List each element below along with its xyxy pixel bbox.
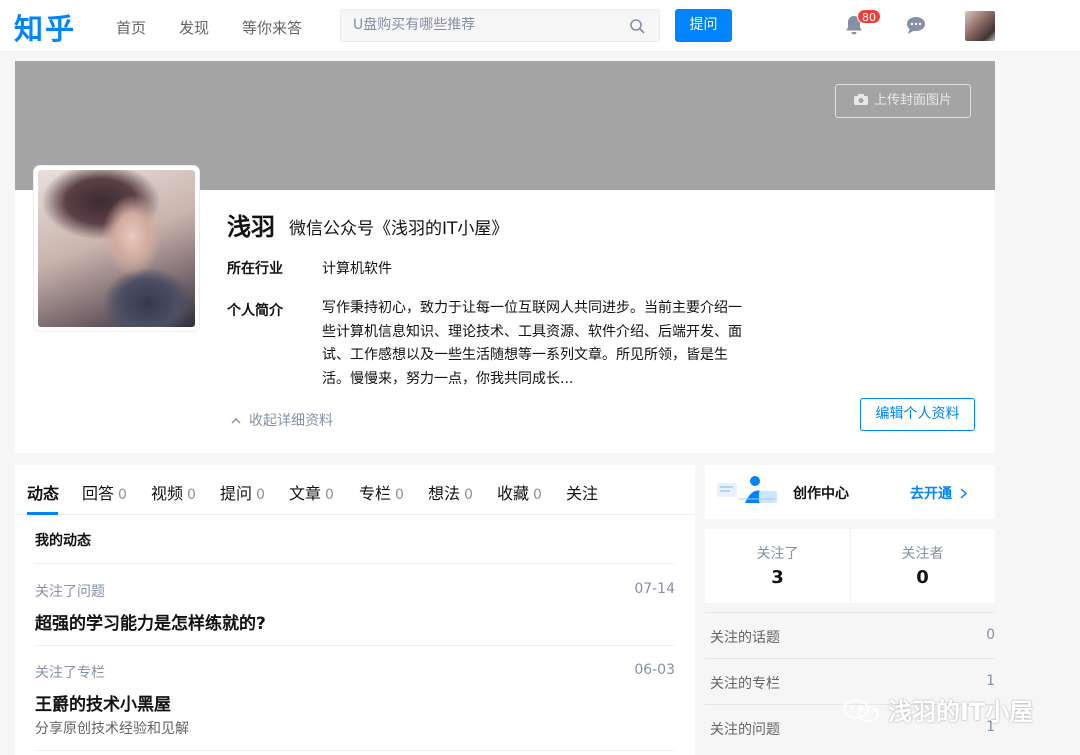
industry-value: 计算机软件	[322, 261, 392, 277]
activity-feed: 动态 回答 0 视频 0 提问 0 文章 0 专栏 0 想法 0 收藏 0 关注 我的动态 关…	[15, 465, 695, 755]
nav-waiting-answers[interactable]: 等你来答	[242, 17, 302, 38]
search-icon[interactable]	[629, 18, 645, 34]
tab-thoughts[interactable]: 想法 0	[428, 480, 473, 504]
top-navbar: 知乎 首页 发现 等你来答 提问 80	[0, 0, 1080, 52]
section-title: 我的动态	[35, 533, 91, 549]
profile-avatar[interactable]	[34, 166, 199, 331]
search-input[interactable]	[353, 17, 623, 33]
followed-topics-row[interactable]: 关注的话题 0	[705, 612, 995, 658]
edit-profile-button[interactable]: 编辑个人资料	[860, 398, 975, 431]
activity-date: 06-03	[634, 662, 675, 678]
followers-stat[interactable]: 关注者 0	[850, 529, 995, 603]
messages-icon[interactable]	[905, 15, 927, 35]
active-tab-indicator	[27, 512, 58, 515]
activity-meta: 关注了专栏	[35, 665, 105, 681]
watermark-text: 浅羽的IT小屋	[888, 698, 1034, 726]
row-label: 关注的话题	[710, 630, 780, 646]
activity-meta: 关注了问题	[35, 584, 105, 600]
zhihu-logo[interactable]: 知乎	[14, 6, 76, 48]
divider	[35, 750, 675, 751]
activity-date: 07-14	[634, 581, 675, 597]
ask-button[interactable]: 提问	[675, 9, 732, 42]
industry-label: 所在行业	[227, 261, 283, 277]
tab-articles[interactable]: 文章 0	[289, 480, 334, 504]
profile-name: 浅羽	[227, 213, 275, 241]
profile-card: 上传封面图片 浅羽 微信公众号《浅羽的IT小屋》 所在行业 计算机软件 个人简介…	[15, 61, 995, 453]
divider	[35, 563, 675, 564]
row-value: 1	[986, 673, 995, 689]
creator-center-card: 创作中心 去开通	[705, 465, 995, 519]
wechat-icon	[843, 699, 879, 722]
activity-title[interactable]: 王爵的技术小黑屋	[35, 690, 171, 715]
collapse-label: 收起详细资料	[249, 413, 333, 429]
followers-count: 0	[916, 567, 929, 588]
following-count: 3	[771, 567, 784, 588]
profile-tabs: 动态 回答 0 视频 0 提问 0 文章 0 专栏 0 想法 0 收藏 0 关注	[15, 465, 695, 515]
tab-collections[interactable]: 收藏 0	[497, 480, 542, 504]
chevron-up-icon	[231, 417, 241, 424]
wechat-watermark: 浅羽的IT小屋	[842, 692, 1033, 727]
nav-discover[interactable]: 发现	[179, 17, 209, 38]
row-value: 0	[986, 627, 995, 643]
tab-columns[interactable]: 专栏 0	[359, 480, 404, 504]
nav-home[interactable]: 首页	[116, 17, 146, 38]
upload-cover-button[interactable]: 上传封面图片	[835, 84, 971, 118]
profile-headline: 微信公众号《浅羽的IT小屋》	[289, 219, 509, 239]
tab-questions[interactable]: 提问 0	[220, 480, 265, 504]
tab-following[interactable]: 关注	[566, 480, 598, 504]
creator-center-title: 创作中心	[793, 486, 849, 502]
divider	[35, 645, 675, 646]
collapse-details-link[interactable]: 收起详细资料	[231, 410, 333, 430]
upload-cover-label: 上传封面图片	[873, 93, 952, 108]
activity-desc: 分享原创技术经验和见解	[35, 721, 189, 737]
followers-label: 关注者	[901, 546, 944, 562]
follow-stats: 关注了 3 关注者 0	[705, 529, 995, 603]
bio-label: 个人简介	[227, 303, 283, 319]
tab-answers[interactable]: 回答 0	[82, 480, 127, 504]
creator-open-link[interactable]: 去开通	[910, 483, 967, 503]
row-label: 关注的问题	[710, 722, 780, 738]
bio-value: 写作秉持初心，致力于让每一位互联网人共同进步。当前主要介绍一些计算机信息知识、理…	[322, 300, 742, 387]
notification-badge: 80	[857, 9, 881, 24]
camera-icon	[853, 94, 868, 105]
chevron-right-icon	[960, 488, 967, 499]
following-label: 关注了	[756, 546, 799, 562]
activity-title[interactable]: 超强的学习能力是怎样练就的?	[35, 609, 266, 634]
search-box	[340, 9, 660, 42]
tab-videos[interactable]: 视频 0	[151, 480, 196, 504]
following-stat[interactable]: 关注了 3	[705, 529, 850, 603]
tab-activity[interactable]: 动态	[27, 480, 59, 504]
row-label: 关注的专栏	[710, 676, 780, 692]
creator-illustration-icon	[717, 476, 777, 503]
user-avatar[interactable]	[965, 11, 995, 41]
